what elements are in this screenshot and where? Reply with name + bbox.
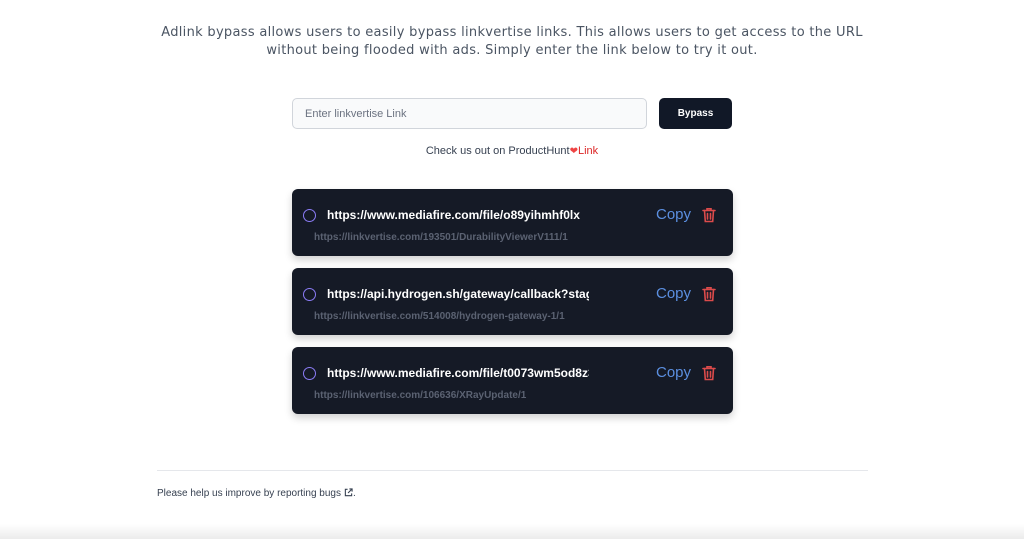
select-radio[interactable] <box>303 288 316 301</box>
search-form: Bypass <box>292 98 732 129</box>
bypass-button[interactable]: Bypass <box>659 98 732 129</box>
bypassed-url[interactable]: https://www.mediafire.com/file/t0073wm5o… <box>327 366 589 380</box>
footer-period: . <box>353 488 356 499</box>
copy-button[interactable]: Copy <box>656 206 691 223</box>
trash-icon[interactable] <box>702 207 716 223</box>
heart-icon: ❤ <box>569 146 578 157</box>
original-url: https://linkvertise.com/514008/hydrogen-… <box>314 311 565 322</box>
trash-icon[interactable] <box>702 365 716 381</box>
result-card: https://www.mediafire.com/file/t0073wm5o… <box>292 347 733 414</box>
producthunt-text: Check us out on ProductHunt <box>425 145 570 157</box>
intro-text: Adlink bypass allows users to easily byp… <box>0 24 1024 60</box>
report-bugs-text: Please help us improve by reporting bugs <box>157 488 341 499</box>
producthunt-link[interactable]: Link <box>578 145 598 157</box>
copy-button[interactable]: Copy <box>656 285 691 302</box>
footer-divider <box>157 470 868 471</box>
select-radio[interactable] <box>303 209 316 222</box>
results-list: https://www.mediafire.com/file/o89yihmhf… <box>292 189 733 426</box>
select-radio[interactable] <box>303 367 316 380</box>
intro-line-2: without being flooded with ads. Simply e… <box>266 43 758 58</box>
original-url: https://linkvertise.com/193501/Durabilit… <box>314 232 568 243</box>
report-bugs-link[interactable]: Please help us improve by reporting bugs <box>157 488 353 499</box>
trash-icon[interactable] <box>702 286 716 302</box>
copy-button[interactable]: Copy <box>656 364 691 381</box>
bypassed-url[interactable]: https://api.hydrogen.sh/gateway/callback… <box>327 287 589 301</box>
result-card: https://api.hydrogen.sh/gateway/callback… <box>292 268 733 335</box>
result-card: https://www.mediafire.com/file/o89yihmhf… <box>292 189 733 256</box>
bottom-shadow <box>0 524 1024 539</box>
original-url: https://linkvertise.com/106636/XRayUpdat… <box>314 390 527 401</box>
linkvertise-link-input[interactable] <box>292 98 647 129</box>
bypassed-url[interactable]: https://www.mediafire.com/file/o89yihmhf… <box>327 208 589 222</box>
external-link-icon <box>344 488 353 497</box>
intro-line-1: Adlink bypass allows users to easily byp… <box>161 25 863 40</box>
footer: Please help us improve by reporting bugs… <box>157 488 356 499</box>
producthunt-row: Check us out on ProductHunt❤Link <box>0 145 1024 157</box>
